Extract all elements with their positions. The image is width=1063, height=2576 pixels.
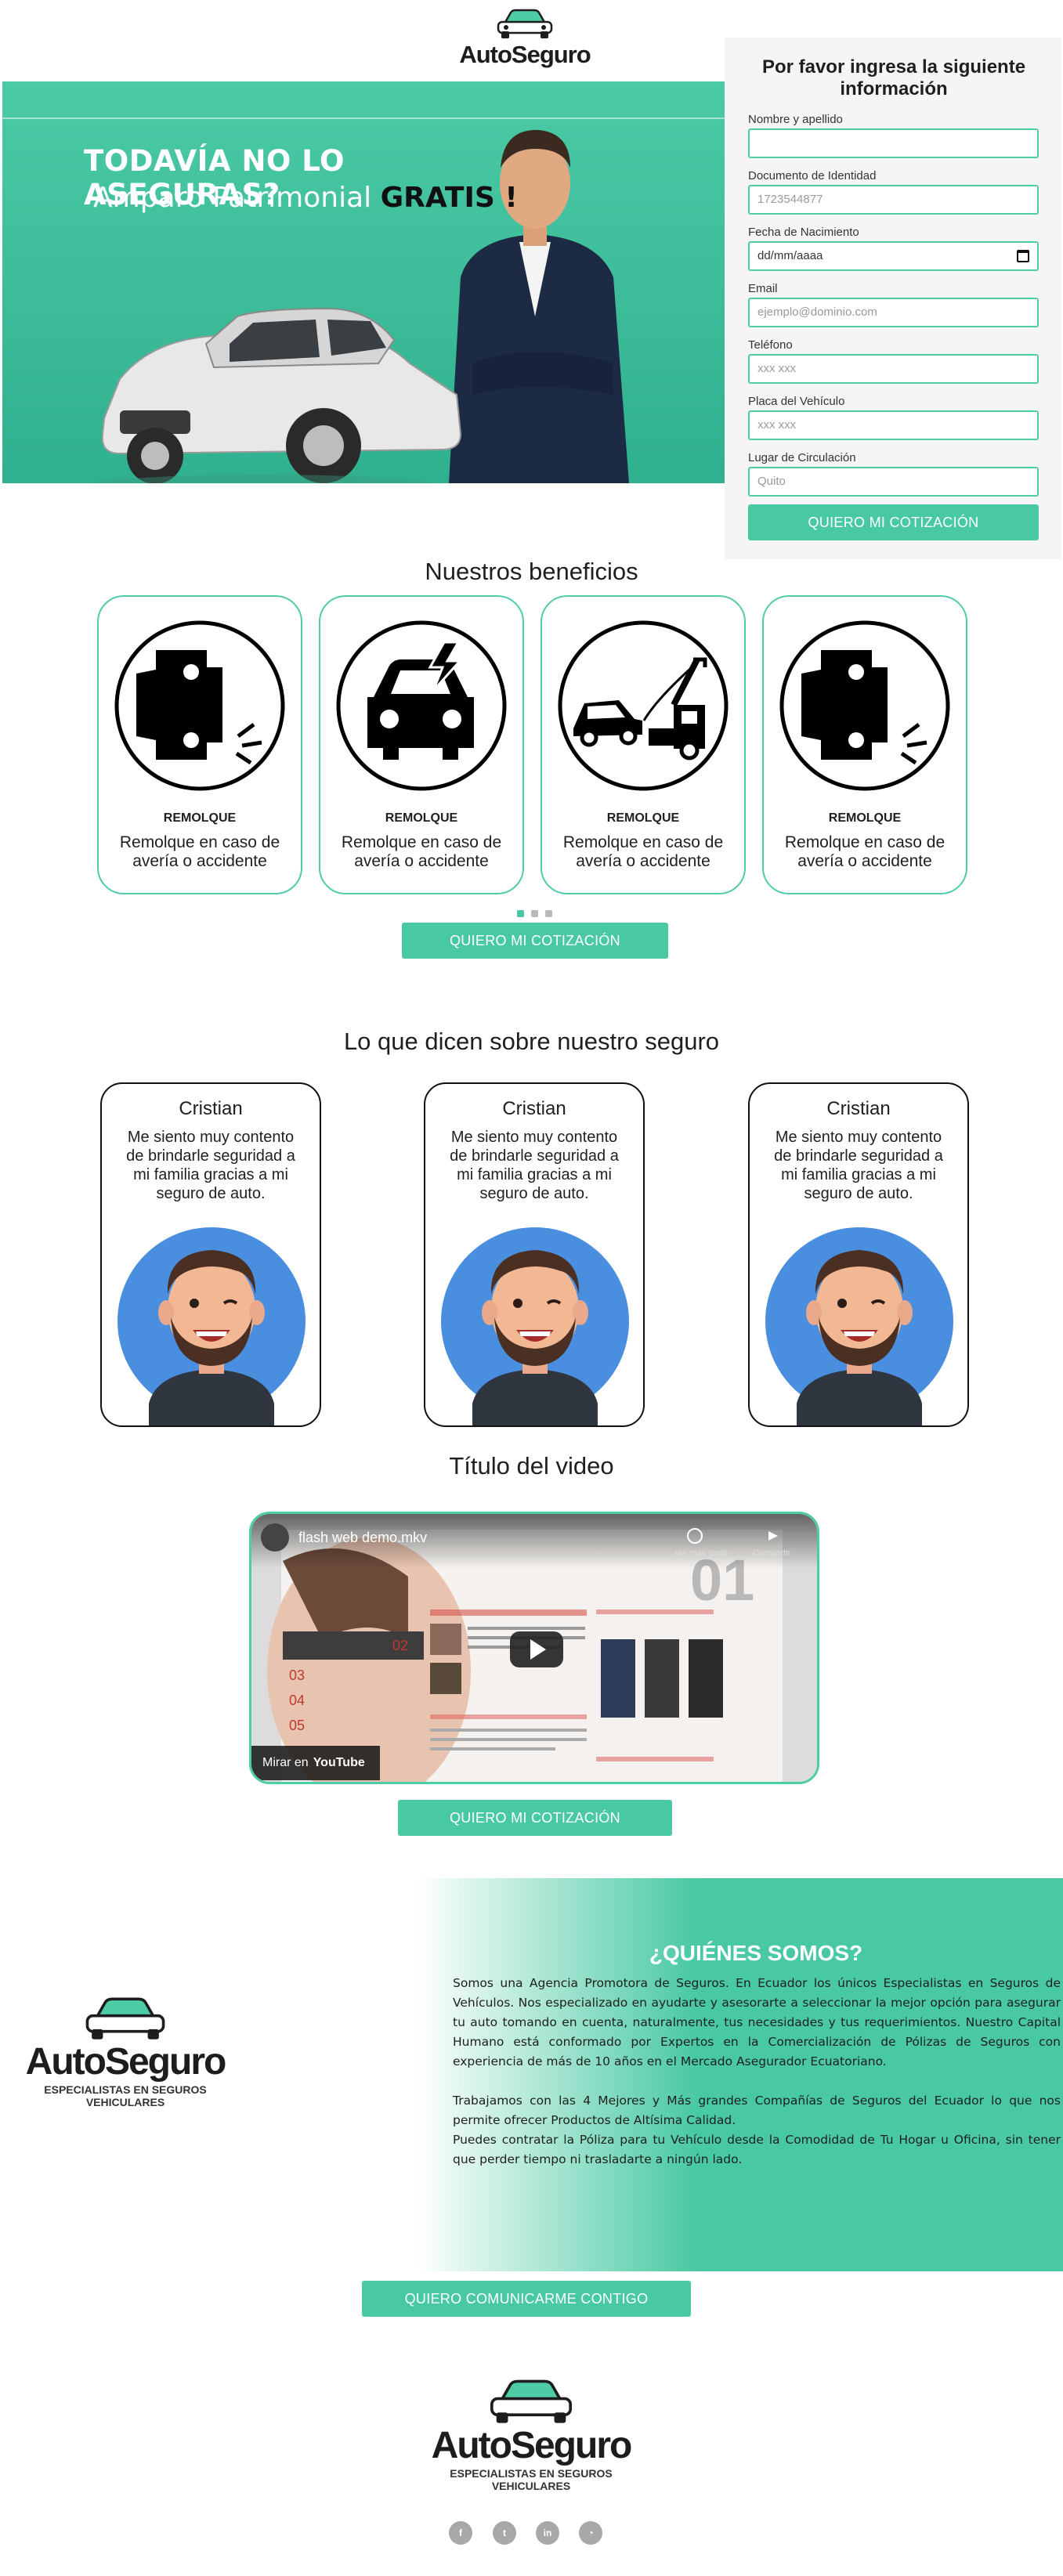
watch-on-youtube-button[interactable]: Mirar en YouTube bbox=[251, 1746, 380, 1780]
benefit-label: REMOLQUE bbox=[163, 811, 237, 825]
about-title: ¿QUIÉNES SOMOS? bbox=[649, 1941, 863, 1965]
svg-text:05: 05 bbox=[289, 1718, 305, 1733]
benefit-card: REMOLQUE Remolque en caso de avería o ac… bbox=[541, 595, 746, 894]
benefit-card: REMOLQUE Remolque en caso de avería o ac… bbox=[319, 595, 524, 894]
name-label: Nombre y apellido bbox=[748, 113, 843, 126]
birthdate-label: Fecha de Nacimiento bbox=[748, 226, 859, 239]
testimonial-card: Cristian Me siento muy contento de brind… bbox=[424, 1082, 645, 1427]
car-crash-icon bbox=[114, 620, 285, 791]
logo-car-icon bbox=[497, 9, 553, 38]
benefits-title: Nuestros beneficios bbox=[425, 558, 638, 585]
footer-logo[interactable]: AutoSeguro ESPECIALISTAS EN SEGUROS VEHI… bbox=[414, 2378, 649, 2492]
contact-me-button[interactable]: QUIERO COMUNICARME CONTIGO bbox=[362, 2281, 691, 2317]
facebook-icon[interactable]: f bbox=[449, 2521, 472, 2545]
testimonial-name: Cristian bbox=[502, 1098, 566, 1119]
testimonials-title: Lo que dicen sobre nuestro seguro bbox=[343, 1028, 720, 1055]
header-logo[interactable]: AutoSeguro bbox=[454, 8, 595, 78]
logo-car-icon bbox=[85, 1997, 165, 2039]
avatar bbox=[765, 1227, 953, 1425]
suv-image bbox=[87, 307, 462, 483]
email-field[interactable]: ejemplo@dominio.com bbox=[748, 298, 1039, 327]
email-label: Email bbox=[748, 282, 778, 295]
about-section-background bbox=[360, 1878, 1063, 2271]
watch-later-button[interactable]: Ver más tarde bbox=[674, 1548, 728, 1558]
id-document-field[interactable]: 1723544877 bbox=[748, 185, 1039, 215]
benefit-desc: Remolque en caso de avería o accidente bbox=[119, 833, 280, 870]
about-logo: AutoSeguro ESPECIALISTAS EN SEGUROS VEHI… bbox=[8, 1996, 243, 2108]
testimonial-text: Me siento muy contento de brindarle segu… bbox=[126, 1129, 295, 1202]
testimonial-name: Cristian bbox=[826, 1098, 891, 1119]
benefit-card: REMOLQUE Remolque en caso de avería o ac… bbox=[762, 595, 967, 894]
birthdate-placeholder: dd/mm/aaaa bbox=[757, 249, 823, 262]
svg-text:03: 03 bbox=[289, 1667, 305, 1683]
about-paragraph-2: Trabajamos con las 4 Mejores y Más grand… bbox=[453, 2094, 1061, 2127]
testimonial-card: Cristian Me siento muy contento de brind… bbox=[100, 1082, 321, 1427]
benefit-label: REMOLQUE bbox=[385, 811, 458, 825]
birthdate-field[interactable]: dd/mm/aaaa bbox=[748, 241, 1039, 271]
about-paragraph-1: Somos una Agencia Promotora de Seguros. … bbox=[453, 1976, 1061, 2068]
carousel-dot[interactable] bbox=[531, 910, 538, 917]
quote-form: Por favor ingresa la siguiente informaci… bbox=[725, 38, 1061, 559]
testimonial-text: Me siento muy contento de brindarle segu… bbox=[774, 1129, 943, 1202]
plate-label: Placa del Vehículo bbox=[748, 395, 845, 408]
footer-brand: AutoSeguro bbox=[431, 2425, 633, 2466]
twitter-icon[interactable]: t bbox=[493, 2521, 516, 2545]
city-field[interactable]: Quito bbox=[748, 467, 1039, 497]
hero-subheadline: Amparo Patrimonial GRATIS ! bbox=[93, 182, 518, 214]
benefit-desc: Remolque en caso de avería o accidente bbox=[784, 833, 945, 870]
about-paragraph-3: Puedes contratar la Póliza para tu Vehíc… bbox=[453, 2133, 1061, 2166]
benefit-desc: Remolque en caso de avería o accidente bbox=[341, 833, 502, 870]
submit-quote-button[interactable]: QUIERO MI COTIZACIÓN bbox=[748, 504, 1039, 540]
benefit-label: REMOLQUE bbox=[828, 811, 902, 825]
name-field[interactable] bbox=[748, 128, 1039, 158]
rss-icon[interactable]: ◔ bbox=[579, 2521, 602, 2545]
about-logo-tagline: ESPECIALISTAS EN SEGUROS VEHICULARES bbox=[44, 2083, 207, 2108]
phone-label: Teléfono bbox=[748, 338, 793, 352]
car-electric-fault-icon bbox=[336, 620, 507, 791]
youtube-logo-icon: YouTube bbox=[313, 1756, 365, 1769]
city-label: Lugar de Circulación bbox=[748, 451, 856, 464]
plate-field[interactable]: xxx xxx bbox=[748, 410, 1039, 440]
watch-on-label: Mirar en bbox=[262, 1756, 309, 1769]
svg-text:04: 04 bbox=[289, 1693, 305, 1708]
testimonial-name: Cristian bbox=[179, 1098, 243, 1119]
linkedin-icon[interactable]: in bbox=[536, 2521, 559, 2545]
logo-car-icon bbox=[490, 2379, 573, 2423]
share-button[interactable]: Compartir bbox=[753, 1548, 790, 1558]
carousel-dot[interactable] bbox=[545, 910, 552, 917]
video-player[interactable]: 02 03 04 05 01 flash web demo.mkv Ver má… bbox=[249, 1512, 819, 1784]
video-file-title[interactable]: flash web demo.mkv bbox=[298, 1530, 427, 1546]
benefit-card: REMOLQUE Remolque en caso de avería o ac… bbox=[97, 595, 302, 894]
carousel-dots bbox=[517, 910, 556, 918]
id-document-label: Documento de Identidad bbox=[748, 169, 877, 182]
avatar bbox=[118, 1227, 306, 1425]
hero-illustration bbox=[87, 129, 629, 483]
video-quote-button[interactable]: QUIERO MI COTIZACIÓN bbox=[398, 1800, 672, 1836]
testimonial-text: Me siento muy contento de brindarle segu… bbox=[450, 1129, 619, 1202]
hero-banner: TODAVÍA NO LO ASEGURAS? Amparo Patrimoni… bbox=[2, 81, 725, 483]
phone-field[interactable]: xxx xxx bbox=[748, 354, 1039, 384]
video-thumbnail: 02 03 04 05 01 bbox=[251, 1514, 817, 1782]
svg-text:02: 02 bbox=[392, 1638, 408, 1653]
tow-truck-icon bbox=[558, 620, 729, 791]
form-title: Por favor ingresa la siguiente informaci… bbox=[761, 56, 1026, 99]
benefit-label: REMOLQUE bbox=[606, 811, 680, 825]
testimonial-card: Cristian Me siento muy contento de brind… bbox=[748, 1082, 969, 1427]
header-brand: AutoSeguro bbox=[459, 41, 591, 68]
car-crash-icon bbox=[779, 620, 950, 791]
avatar bbox=[441, 1227, 629, 1425]
video-section-title: Título del video bbox=[449, 1452, 614, 1479]
about-logo-brand: AutoSeguro bbox=[25, 2041, 227, 2083]
carousel-dot-active[interactable] bbox=[517, 910, 524, 917]
calendar-icon[interactable] bbox=[1017, 250, 1029, 262]
benefit-desc: Remolque en caso de avería o accidente bbox=[562, 833, 724, 870]
footer-tagline: ESPECIALISTAS EN SEGUROS VEHICULARES bbox=[450, 2467, 613, 2492]
benefits-quote-button[interactable]: QUIERO MI COTIZACIÓN bbox=[402, 923, 668, 959]
